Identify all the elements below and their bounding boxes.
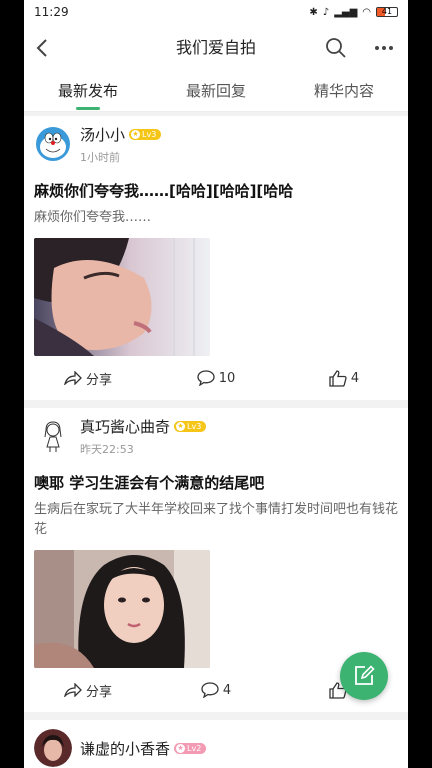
comment-icon <box>197 370 215 386</box>
tab-latest-posts[interactable]: 最新发布 <box>24 72 152 111</box>
battery-icon: 41 <box>376 7 398 17</box>
tab-featured[interactable]: 精华内容 <box>280 72 408 111</box>
tab-latest-replies[interactable]: 最新回复 <box>152 72 280 111</box>
comment-button[interactable]: 10 <box>152 370 280 386</box>
share-icon <box>64 683 82 697</box>
post-header: 谦虚的小香香 ★ Lv2 <box>24 720 408 768</box>
username[interactable]: 真巧酱心曲奇 <box>80 416 170 437</box>
compose-post-button[interactable] <box>340 652 388 700</box>
level-badge: ★ Lv2 <box>174 742 207 754</box>
more-icon <box>375 46 393 50</box>
post-image[interactable] <box>34 238 210 356</box>
post-card[interactable]: 汤小小 ★ Lv3 1小时前 麻烦你们夸夸我……[哈哈][哈哈][哈哈 麻烦你们夸… <box>24 116 408 400</box>
user-info: 谦虚的小香香 ★ Lv2 <box>80 738 207 759</box>
search-icon <box>326 38 346 58</box>
status-icons: ✱ ♪ ▂▄▆ ◠ 41 <box>309 7 398 18</box>
post-image[interactable] <box>34 550 210 668</box>
nav-bar: 我们爱自拍 <box>24 24 408 72</box>
level-badge: ★ Lv3 <box>129 128 162 140</box>
tab-bar: 最新发布 最新回复 精华内容 <box>24 72 408 112</box>
selfie-photo <box>34 550 210 668</box>
avatar[interactable] <box>34 417 72 455</box>
app-screen: 11:29 ✱ ♪ ▂▄▆ ◠ 41 我们爱自拍 最新发布 最新回复 精华内容 <box>24 0 408 768</box>
share-label: 分享 <box>85 684 112 700</box>
star-icon: ★ <box>176 743 186 753</box>
username[interactable]: 汤小小 <box>80 124 125 145</box>
level-badge: ★ Lv3 <box>174 420 207 432</box>
share-button[interactable]: 分享 <box>24 681 152 700</box>
post-header: 汤小小 ★ Lv3 1小时前 <box>24 116 408 172</box>
girl-sketch-avatar-icon <box>35 418 71 454</box>
post-card[interactable]: 谦虚的小香香 ★ Lv2 <box>24 720 408 768</box>
star-icon: ★ <box>176 421 186 431</box>
thumbs-up-icon <box>329 369 347 387</box>
status-time: 11:29 <box>34 5 69 19</box>
share-button[interactable]: 分享 <box>24 369 152 388</box>
post-time: 1小时前 <box>80 150 120 164</box>
user-photo-avatar-icon <box>34 729 72 767</box>
bluetooth-icon: ✱ <box>309 6 318 18</box>
post-body[interactable]: 麻烦你们夸夸我…… <box>24 202 408 228</box>
user-info: 真巧酱心曲奇 ★ Lv3 昨天22:53 <box>80 416 207 457</box>
star-icon: ★ <box>131 129 141 139</box>
post-title[interactable]: 麻烦你们夸夸我……[哈哈][哈哈][哈哈 <box>24 172 408 202</box>
mute-icon: ♪ <box>322 6 330 18</box>
comment-icon <box>201 682 219 698</box>
share-icon <box>64 371 82 385</box>
status-bar: 11:29 ✱ ♪ ▂▄▆ ◠ 41 <box>24 0 408 24</box>
back-arrow-icon <box>36 39 47 57</box>
avatar[interactable] <box>34 125 72 163</box>
search-button[interactable] <box>324 36 348 60</box>
post-actions: 分享 10 4 <box>24 356 408 400</box>
like-count: 4 <box>350 370 360 386</box>
post-time: 昨天22:53 <box>80 442 134 456</box>
selfie-photo <box>34 238 210 356</box>
comment-button[interactable]: 4 <box>152 682 280 698</box>
wifi-icon: ◠ <box>362 6 371 18</box>
post-title[interactable]: 噢耶 学习生涯会有个满意的结尾吧 <box>24 464 408 494</box>
signal-icon: ▂▄▆ <box>334 6 358 18</box>
edit-icon <box>355 665 375 685</box>
comment-count: 4 <box>222 682 232 698</box>
username[interactable]: 谦虚的小香香 <box>80 738 170 759</box>
share-label: 分享 <box>85 372 112 388</box>
avatar[interactable] <box>34 729 72 767</box>
back-button[interactable] <box>30 36 54 60</box>
post-body[interactable]: 生病后在家玩了大半年学校回来了找个事情打发时间吧也有钱花花 <box>24 494 408 540</box>
user-info: 汤小小 ★ Lv3 1小时前 <box>80 124 162 165</box>
more-button[interactable] <box>372 36 396 60</box>
doraemon-avatar-icon <box>36 127 70 161</box>
post-header: 真巧酱心曲奇 ★ Lv3 昨天22:53 <box>24 408 408 464</box>
comment-count: 10 <box>218 370 236 386</box>
like-button[interactable]: 4 <box>280 369 408 387</box>
page-title: 我们爱自拍 <box>175 38 256 57</box>
